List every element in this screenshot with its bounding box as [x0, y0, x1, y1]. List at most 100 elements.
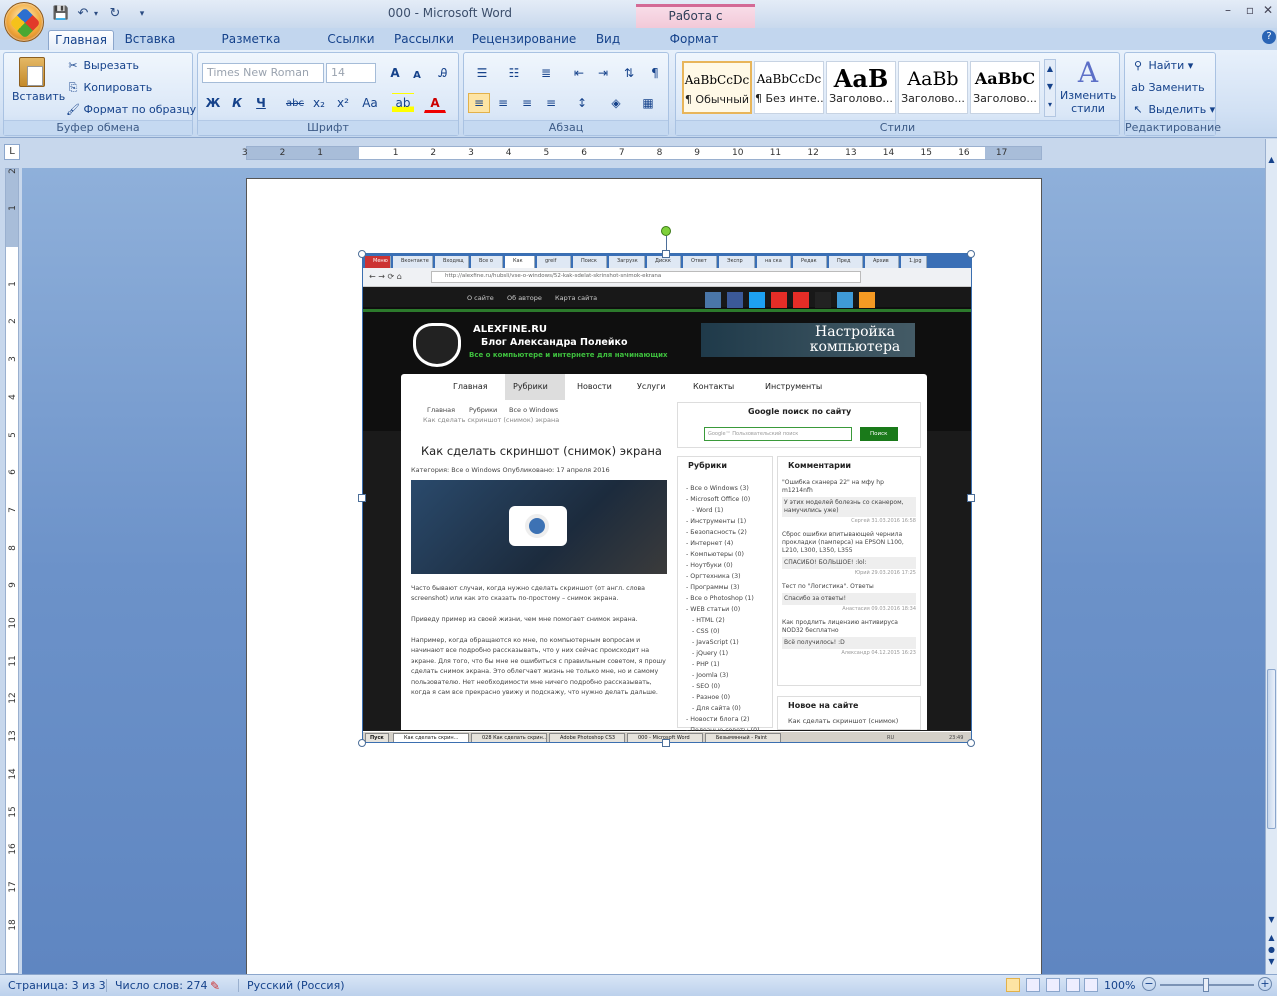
resize-handle-n[interactable]: [662, 250, 670, 258]
language-indicator[interactable]: Русский (Россия): [238, 979, 345, 992]
proofing-icon[interactable]: ✎: [210, 979, 220, 993]
draft-icon[interactable]: [1084, 978, 1098, 992]
find-button[interactable]: ⚲ Найти ▾: [1131, 59, 1193, 72]
align-center-icon[interactable]: ≡: [492, 93, 514, 113]
sort-icon[interactable]: ⇅: [618, 63, 640, 83]
resize-handle-w[interactable]: [358, 494, 366, 502]
multilevel-list-icon[interactable]: ≣: [532, 63, 560, 83]
resize-handle-e[interactable]: [967, 494, 975, 502]
vertical-scrollbar[interactable]: ▲ ▼ ▲ ● ▼: [1265, 139, 1277, 975]
tab-mailings[interactable]: Рассылки: [390, 30, 458, 50]
comment-author: Юрий 29.03.2016 17:25: [854, 570, 916, 576]
cut-button[interactable]: ✂ Вырезать: [66, 59, 139, 72]
tab-format[interactable]: Формат: [660, 30, 728, 50]
tab-view[interactable]: Вид: [588, 30, 628, 50]
word-count[interactable]: Число слов: 274: [106, 979, 208, 992]
scroll-thumb[interactable]: [1267, 669, 1276, 829]
borders-icon[interactable]: ▦: [634, 93, 662, 113]
paragraph-label: Абзац: [464, 120, 668, 135]
resize-handle-s[interactable]: [662, 739, 670, 747]
zoom-out-icon[interactable]: −: [1142, 977, 1156, 991]
tab-page-layout[interactable]: Разметка страницы: [190, 30, 312, 64]
decrease-indent-icon[interactable]: ⇤: [568, 63, 590, 83]
numbering-icon[interactable]: ☷: [500, 63, 528, 83]
font-color-icon[interactable]: A: [424, 93, 446, 113]
align-left-icon[interactable]: ≡: [468, 93, 490, 113]
next-page-icon[interactable]: ▼: [1267, 957, 1276, 969]
page-count[interactable]: Страница: 3 из 3: [8, 979, 106, 992]
resize-handle-se[interactable]: [967, 739, 975, 747]
scroll-up-icon[interactable]: ▲: [1267, 155, 1276, 169]
browse-object-icon[interactable]: ●: [1267, 945, 1276, 957]
font-family-combo[interactable]: Times New Roman: [202, 63, 324, 83]
underline-button[interactable]: Ч: [250, 93, 272, 113]
show-marks-icon[interactable]: ¶: [644, 63, 666, 83]
rubric-item: - WEB статьи (0): [686, 606, 741, 613]
increase-indent-icon[interactable]: ⇥: [592, 63, 614, 83]
resize-handle-sw[interactable]: [358, 739, 366, 747]
style-normal[interactable]: AaBbCcDc ¶ Обычный: [682, 61, 752, 114]
bullets-icon[interactable]: ☰: [468, 63, 496, 83]
tab-selector-icon[interactable]: L: [4, 144, 20, 160]
shrink-font-icon[interactable]: A: [406, 65, 428, 85]
bold-button[interactable]: Ж: [202, 93, 224, 113]
style-heading-2[interactable]: AaBb Заголово...: [898, 61, 968, 114]
help-icon[interactable]: ?: [1262, 30, 1276, 44]
styles-scroll[interactable]: ▲ ▼ ▾: [1044, 59, 1056, 117]
strikethrough-button[interactable]: abc: [284, 93, 306, 113]
print-layout-icon[interactable]: [1006, 978, 1020, 992]
justify-icon[interactable]: ≡: [540, 93, 562, 113]
horizontal-ruler[interactable]: 3 2 1 1 2 3 4 5 6 7 8 9 10 11 12 13 14 15 16 17: [242, 146, 1042, 160]
tab-insert[interactable]: Вставка: [118, 30, 182, 50]
styles-label: Стили: [676, 120, 1119, 135]
web-layout-icon[interactable]: [1046, 978, 1060, 992]
style-heading-1[interactable]: AaB Заголово...: [826, 61, 896, 114]
style-no-spacing[interactable]: AaBbCcDc ¶ Без инте...: [754, 61, 824, 114]
restore-icon[interactable]: ▫: [1240, 3, 1260, 17]
rubric-item: - Microsoft Office (0): [686, 496, 751, 503]
tab-references[interactable]: Ссылки: [322, 30, 380, 50]
change-styles-button[interactable]: A Изменить стили: [1060, 57, 1116, 116]
paste-button[interactable]: Вставить: [12, 57, 65, 105]
full-screen-icon[interactable]: [1026, 978, 1040, 992]
rotate-handle[interactable]: [661, 226, 671, 236]
rubric-item: - Безопасность (2): [686, 529, 747, 536]
clear-format-icon[interactable]: Ꭿ: [432, 63, 454, 83]
font-size-combo[interactable]: 14: [326, 63, 376, 83]
zoom-slider-thumb[interactable]: [1203, 978, 1209, 992]
grow-font-icon[interactable]: A: [384, 63, 406, 83]
article-line: screenshot) или как это сказать по-прост…: [411, 595, 619, 603]
resize-handle-ne[interactable]: [967, 250, 975, 258]
style-heading-3[interactable]: AaBbC Заголово...: [970, 61, 1040, 114]
zoom-in-icon[interactable]: +: [1258, 977, 1272, 991]
line-spacing-icon[interactable]: ↕: [568, 93, 596, 113]
resize-handle-nw[interactable]: [358, 250, 366, 258]
paragraph-group: ☰ ☷ ≣ ⇤ ⇥ ⇅ ¶ ≡ ≡ ≡ ≡ ↕ ◈ ▦ Абзац: [463, 52, 669, 136]
shading-icon[interactable]: ◈: [602, 93, 630, 113]
site-content: Главная Рубрики Все о Windows Как сделат…: [401, 400, 927, 734]
copy-button[interactable]: ⎘ Копировать: [66, 81, 153, 95]
tab-home[interactable]: Главная: [48, 30, 114, 50]
copy-icon: ⎘: [68, 81, 78, 94]
select-button[interactable]: ↖ Выделить ▾: [1131, 103, 1215, 116]
replace-button[interactable]: ab Заменить: [1131, 81, 1204, 94]
vertical-ruler[interactable]: 2 1 1 2 3 4 5 6 7 8 9 10 11 12 13 14 15 16 17 18: [5, 168, 19, 974]
ruler-tick: 7: [8, 507, 18, 513]
office-button[interactable]: [4, 2, 44, 42]
tab-review[interactable]: Рецензирование: [468, 30, 580, 50]
italic-button[interactable]: К: [226, 93, 248, 113]
close-icon[interactable]: ✕: [1258, 3, 1277, 17]
ruler-area: L 3211234567891011121314151617 ▤: [0, 139, 1277, 167]
zoom-level[interactable]: 100%: [1104, 979, 1135, 992]
highlight-icon[interactable]: ab: [392, 93, 414, 113]
format-painter-button[interactable]: 🖌 Формат по образцу: [66, 103, 196, 116]
align-right-icon[interactable]: ≡: [516, 93, 538, 113]
minimize-icon[interactable]: –: [1218, 3, 1238, 17]
outline-icon[interactable]: [1066, 978, 1080, 992]
scroll-down-icon[interactable]: ▼: [1267, 915, 1276, 927]
subscript-button[interactable]: x₂: [308, 93, 330, 113]
prev-page-icon[interactable]: ▲: [1267, 933, 1276, 945]
change-case-button[interactable]: Aa: [356, 93, 384, 113]
superscript-button[interactable]: x²: [332, 93, 354, 113]
inserted-picture[interactable]: Меню Вконтакте Входящ Все о Как greif По…: [362, 253, 972, 743]
